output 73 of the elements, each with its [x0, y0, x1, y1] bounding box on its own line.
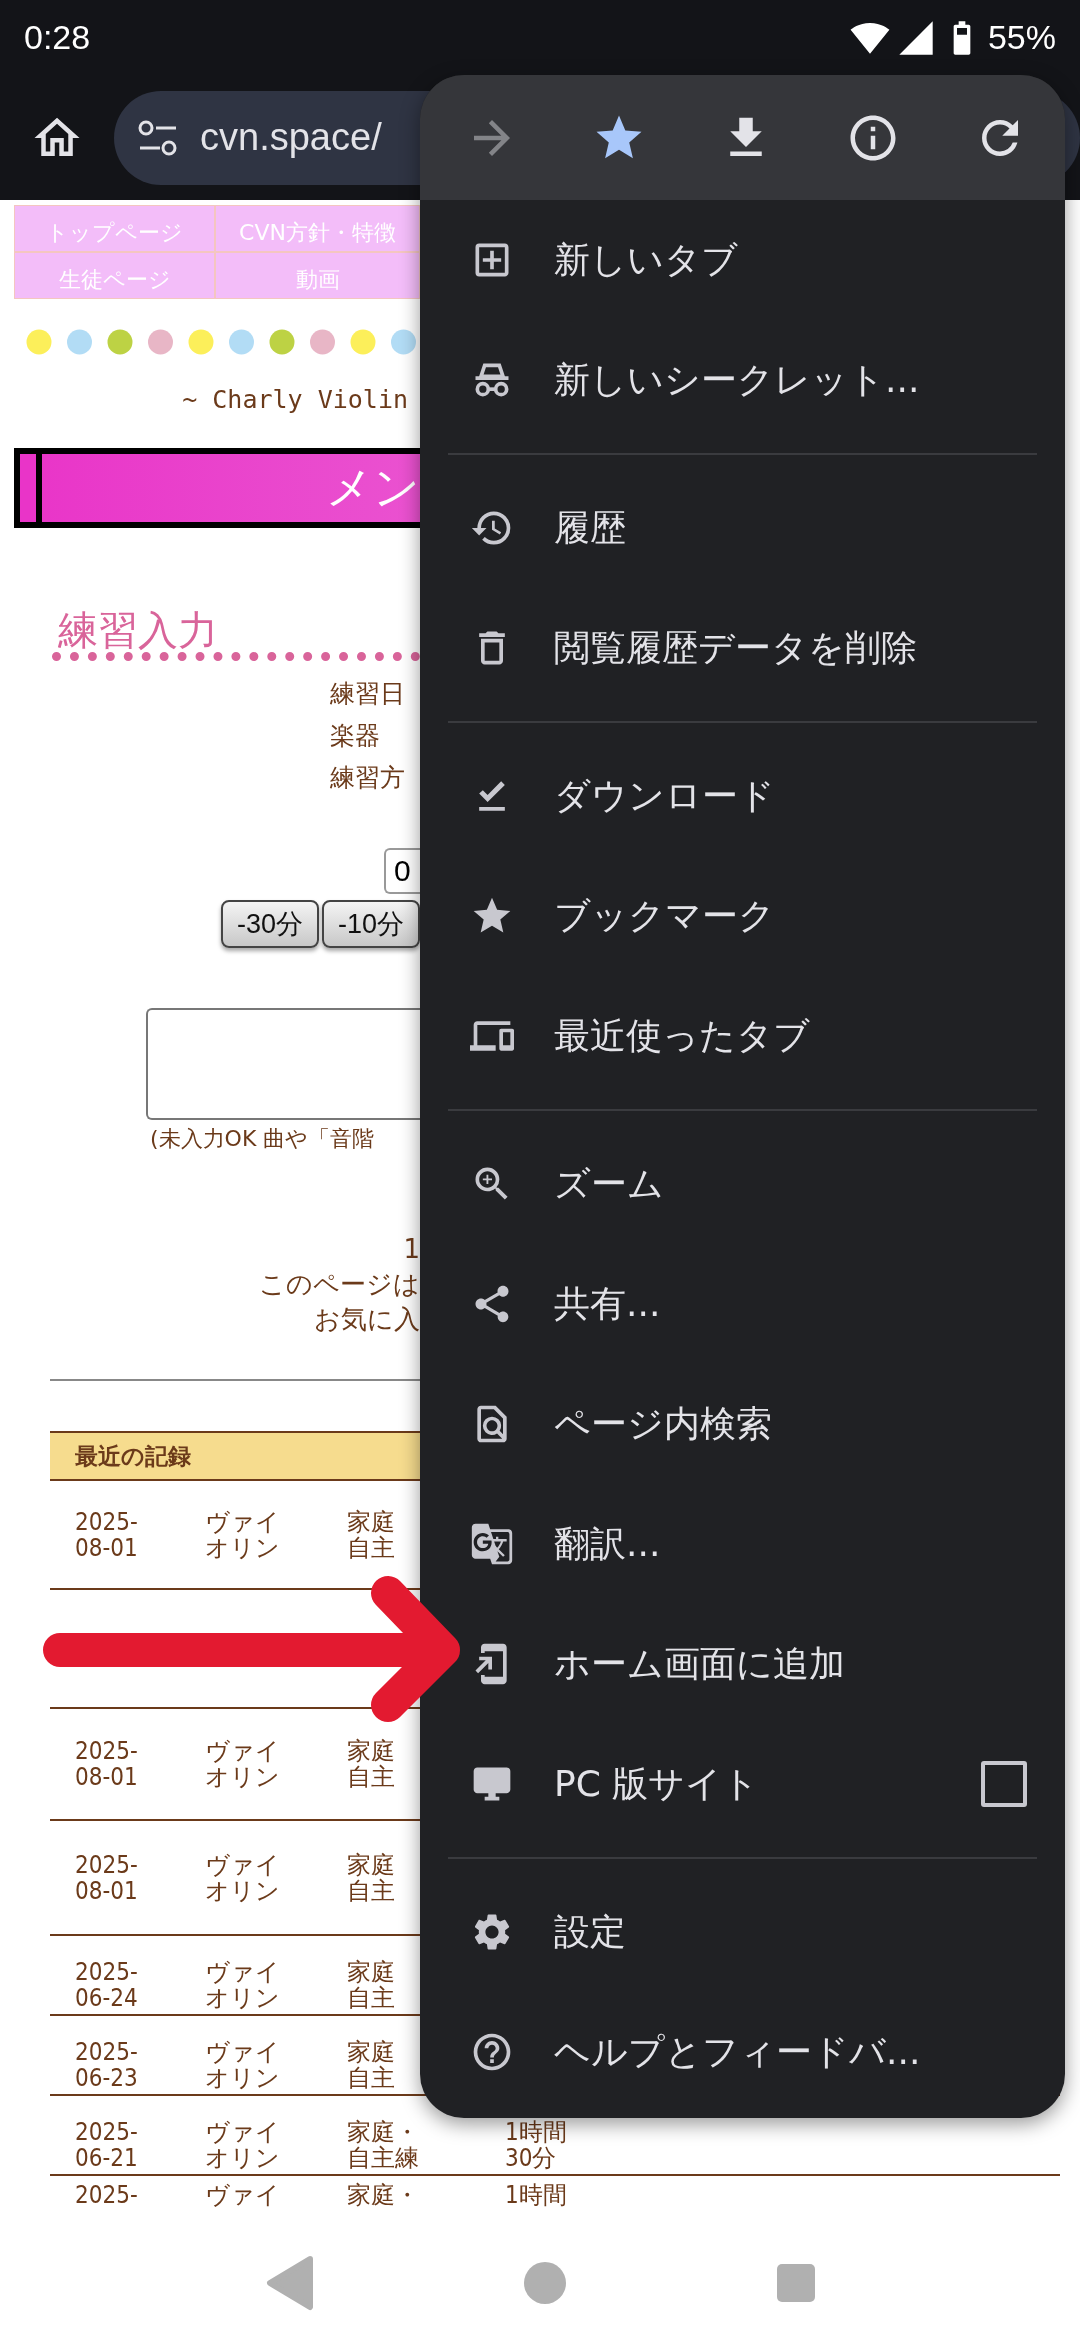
menu-item[interactable]: 最近使ったタブ — [420, 976, 1065, 1096]
menu-item[interactable]: ページ内検索 — [420, 1364, 1065, 1484]
date-cell-text: 2025- 08-01 — [74, 1851, 138, 1904]
menu-item-label: ブックマーク — [554, 893, 776, 938]
method-cell: 家庭・ — [347, 2182, 419, 2208]
menu-item-label: 翻訳... — [554, 1521, 662, 1566]
menu-item-label: ズーム — [554, 1161, 665, 1206]
banner-title: メン — [326, 459, 420, 516]
checkbox[interactable] — [981, 1761, 1027, 1807]
menu-item[interactable]: 履歴 — [420, 468, 1065, 588]
tune-icon[interactable] — [138, 119, 179, 156]
date-cell-text: 2025- 06-21 — [74, 2119, 138, 2171]
date-cell-text: 2025- 06-23 — [74, 2039, 138, 2091]
instrument-cell: ヴァイ — [205, 2182, 280, 2208]
battery-level: 55% — [987, 18, 1056, 57]
menu-item-label: 新しいシークレット... — [554, 357, 921, 402]
form-label: 練習日 — [330, 679, 406, 709]
menu-item[interactable]: 設定 — [420, 1872, 1065, 1992]
menu-item[interactable]: 翻訳... — [420, 1484, 1065, 1604]
translate-icon — [470, 1522, 514, 1566]
method-cell: 家庭自主 — [347, 1959, 395, 2011]
tagline: ~ Charly Violin — [181, 385, 408, 414]
date-cell-text: 2025- 08-01 — [74, 1508, 138, 1561]
method-cell: 家庭自主 — [347, 1738, 395, 1790]
menu-item-label: ヘルプとフィードバ... — [554, 2029, 922, 2074]
form-label: 練習方 — [330, 763, 406, 793]
instrument-cell: ヴァイオリン — [205, 1508, 280, 1561]
menu-item-label: PC 版サイト — [554, 1761, 761, 1806]
menu-item[interactable]: ブックマーク — [420, 856, 1065, 976]
adjust-button[interactable]: -10分 — [321, 900, 420, 948]
menu-item[interactable]: ズーム — [420, 1124, 1065, 1244]
notice-text: お気に入 — [314, 1303, 420, 1336]
menu-item[interactable]: ヘルプとフィードバ... — [420, 1992, 1065, 2112]
instrument-cell: ヴァイオリン — [205, 2119, 280, 2171]
menu-item[interactable]: PC 版サイト — [420, 1724, 1065, 1844]
time-cell: 1時間 — [505, 2182, 567, 2208]
date-cell-text: 2025- 08-01 — [74, 1738, 138, 1790]
method-cell: 家庭自主 — [347, 2039, 395, 2091]
menu-item[interactable]: 新しいタブ — [420, 200, 1065, 320]
url-text: cvn.space/ — [200, 116, 382, 159]
duration-input[interactable]: 0 — [384, 848, 420, 894]
menu-item[interactable]: ホーム画面に追加 — [420, 1604, 1065, 1724]
menu-item-label: ダウンロード — [554, 773, 776, 818]
memo-note: (未入力OK 曲や「音階 — [150, 1125, 376, 1153]
menu-item[interactable]: 共有... — [420, 1244, 1065, 1364]
method-cell: 家庭自主 — [347, 1851, 395, 1904]
notice-text: このページは — [259, 1268, 420, 1301]
form-label: 楽器 — [330, 721, 381, 751]
menu-item-label: 新しいタブ — [554, 237, 739, 282]
adjust-button[interactable]: -30分 — [220, 900, 319, 948]
menu-item-label: 設定 — [554, 1909, 627, 1954]
method-cell: 家庭・自主練 — [347, 2119, 419, 2171]
menu-item-label: 履歴 — [554, 505, 627, 550]
notice-text: 1 — [403, 1233, 420, 1266]
menu-item[interactable]: ダウンロード — [420, 736, 1065, 856]
instrument-cell: ヴァイオリン — [205, 1738, 280, 1790]
menu-item[interactable]: 閲覧履歴データを削除 — [420, 588, 1065, 708]
instrument-cell: ヴァイオリン — [205, 2039, 280, 2091]
memo-field[interactable] — [146, 1008, 420, 1120]
date-cell-text: 2025- 06-24 — [74, 1959, 138, 2011]
time-cell: 1時間30分 — [505, 2119, 567, 2171]
menu-item-label: 閲覧履歴データを削除 — [554, 625, 918, 670]
menu-item-label: 最近使ったタブ — [554, 1013, 811, 1058]
menu-item[interactable]: 新しいシークレット... — [420, 320, 1065, 440]
clock: 0:28 — [24, 18, 91, 57]
menu-item-label: ホーム画面に追加 — [554, 1641, 846, 1686]
menu-item-label: 共有... — [554, 1281, 662, 1326]
date-cell-text: 2025- — [74, 2182, 138, 2208]
instrument-cell: ヴァイオリン — [205, 1851, 280, 1904]
instrument-cell: ヴァイオリン — [205, 1959, 280, 2011]
method-cell: 家庭自主 — [347, 1508, 395, 1561]
menu-item-label: ページ内検索 — [554, 1401, 773, 1446]
records-title: 最近の記録 — [75, 1441, 191, 1471]
